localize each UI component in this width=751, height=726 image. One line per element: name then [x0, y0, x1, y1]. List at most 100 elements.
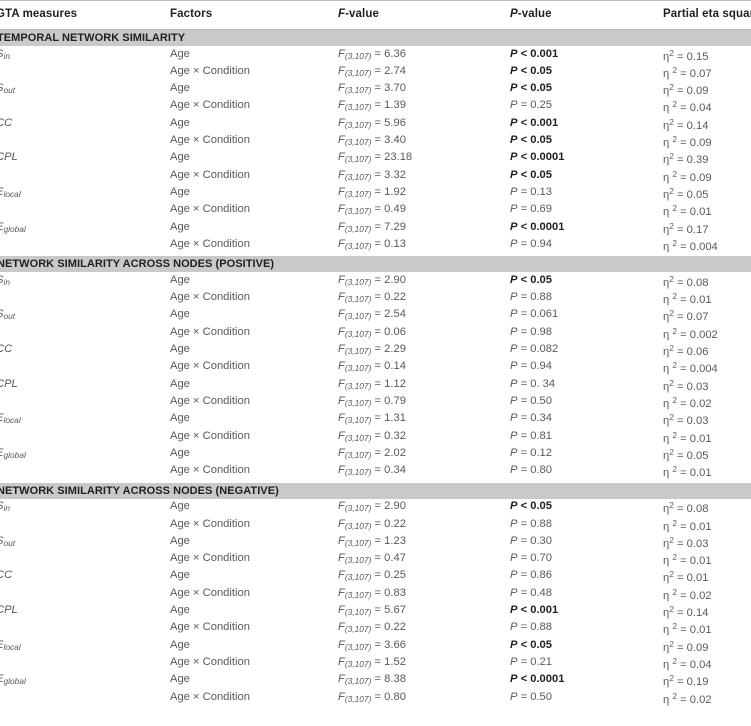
- cell-pvalue: P < 0.05: [510, 500, 552, 512]
- cell-factor: Age × Condition: [170, 64, 250, 77]
- fvalue-df: (3,107): [344, 294, 372, 305]
- pvalue-text: < 0.05: [517, 168, 552, 181]
- fvalue-df: (3,107): [344, 223, 372, 234]
- pvalue-text: = 0.70: [517, 552, 552, 565]
- cell-fvalue: F(3,107) = 0.06: [338, 326, 406, 339]
- fvalue-number: = 0.80: [371, 690, 406, 703]
- cell-measure: Sin: [0, 500, 10, 513]
- eta-value: = 0.002: [677, 328, 718, 341]
- fvalue-df: (3,107): [344, 624, 372, 635]
- table-row: Age × Condition F(3,107) = 1.52 P = 0.21 η …: [0, 656, 751, 673]
- cell-eta-squared: η2 = 0.05: [663, 186, 708, 201]
- cell-eta-squared: η 2 = 0.01: [663, 430, 712, 445]
- cell-factor: Age × Condition: [170, 238, 250, 251]
- fvalue-number: = 2.02: [371, 447, 406, 460]
- fvalue-symbol: F: [338, 360, 345, 373]
- cell-pvalue: P = 0.69: [510, 203, 552, 215]
- cell-measure: Elocal: [0, 412, 21, 425]
- eta-symbol: η: [663, 363, 673, 376]
- cell-eta-squared: η2 = 0.09: [663, 639, 708, 654]
- measure-subscript: local: [3, 189, 21, 200]
- cell-pvalue: P = 0. 34: [510, 378, 555, 390]
- cell-fvalue: F(3,107) = 0.80: [338, 691, 406, 704]
- table-row: Elocal Age F(3,107) = 1.92 P = 0.13 η2 = 0.0…: [0, 186, 751, 203]
- table-row: Sout Age F(3,107) = 1.23 P = 0.30 η2 = 0.03: [0, 535, 751, 552]
- cell-pvalue: P = 0.082: [510, 343, 558, 355]
- fvalue-number: = 7.29: [371, 220, 406, 233]
- cell-factor: Age × Condition: [170, 464, 250, 477]
- cell-fvalue: F(3,107) = 0.47: [338, 552, 406, 565]
- cell-fvalue: F(3,107) = 6.36: [338, 48, 406, 61]
- fvalue-symbol: F: [338, 186, 345, 199]
- eta-symbol: η: [663, 328, 673, 341]
- eta-value: = 0.03: [673, 380, 709, 393]
- cell-pvalue: P = 0.86: [510, 569, 552, 581]
- cell-eta-squared: η2 = 0.07: [663, 308, 708, 323]
- cell-pvalue: P < 0.001: [510, 604, 558, 616]
- eta-symbol: η: [663, 206, 673, 219]
- cell-fvalue: F(3,107) = 3.40: [338, 134, 406, 147]
- cell-factor: Age × Condition: [170, 656, 250, 669]
- eta-value: = 0.01: [677, 432, 712, 445]
- column-header-eta: Partial eta squared: [663, 8, 751, 20]
- pvalue-text: = 0.94: [517, 238, 552, 251]
- cell-factor: Age: [170, 377, 190, 390]
- cell-fvalue: F(3,107) = 1.23: [338, 535, 406, 548]
- cell-fvalue: F(3,107) = 8.38: [338, 673, 406, 686]
- cell-eta-squared: η 2 = 0.02: [663, 395, 712, 410]
- pvalue-suffix: -value: [517, 8, 552, 20]
- cell-eta-squared: η2 = 0.14: [663, 604, 708, 619]
- cell-eta-squared: η2 = 0.09: [663, 82, 708, 97]
- cell-measure: Eglobal: [0, 447, 26, 460]
- fvalue-number: = 2.54: [371, 308, 406, 321]
- statistics-table: GTA measures Factors F-value P-value Par…: [0, 0, 751, 726]
- fvalue-number: = 1.39: [371, 99, 406, 112]
- table-row: Age × Condition F(3,107) = 3.40 P < 0.05 η …: [0, 134, 751, 151]
- fvalue-symbol: F: [338, 517, 345, 530]
- cell-eta-squared: η 2 = 0.04: [663, 656, 712, 671]
- table-row: Sin Age F(3,107) = 2.90 P < 0.05 η2 = 0.08: [0, 274, 751, 291]
- eta-value: = 0.01: [677, 294, 712, 307]
- table-row: CPL Age F(3,107) = 5.67 P < 0.001 η2 = 0.14: [0, 604, 751, 621]
- eta-symbol: η: [663, 67, 673, 80]
- fvalue-number: = 1.12: [371, 377, 406, 390]
- cell-factor: Age: [170, 308, 190, 321]
- fvalue-symbol: F: [338, 569, 345, 582]
- table-row: Eglobal Age F(3,107) = 7.29 P < 0.0001 η2 = …: [0, 221, 751, 238]
- fvalue-suffix: -value: [345, 8, 379, 20]
- fvalue-number: = 1.23: [371, 534, 406, 547]
- cell-eta-squared: η2 = 0.39: [663, 151, 708, 166]
- cell-eta-squared: η 2 = 0.004: [663, 238, 718, 253]
- cell-measure: CPL: [0, 604, 18, 616]
- eta-symbol: η: [663, 102, 673, 115]
- cell-eta-squared: η 2 = 0.04: [663, 99, 712, 114]
- cell-fvalue: F(3,107) = 2.74: [338, 65, 406, 78]
- measure-subscript: local: [3, 641, 21, 652]
- measure-subscript: in: [3, 276, 10, 287]
- pvalue-text: = 0.94: [517, 360, 552, 373]
- cell-measure: CPL: [0, 151, 18, 163]
- table-row: Age × Condition F(3,107) = 0.79 P = 0.50 η …: [0, 395, 751, 412]
- cell-eta-squared: η 2 = 0.01: [663, 518, 712, 533]
- cell-pvalue: P < 0.0001: [510, 221, 564, 233]
- table-row: Age × Condition F(3,107) = 0.14 P = 0.94 η …: [0, 360, 751, 377]
- fvalue-number: = 2.90: [371, 500, 406, 513]
- fvalue-number: = 3.32: [371, 168, 406, 181]
- cell-factor: Age × Condition: [170, 99, 250, 112]
- eta-value: = 0.01: [673, 572, 709, 585]
- column-header-fvalue: F-value: [338, 8, 379, 20]
- cell-factor: Age: [170, 82, 190, 95]
- fvalue-df: (3,107): [344, 572, 372, 583]
- cell-eta-squared: η 2 = 0.01: [663, 621, 712, 636]
- cell-measure: CC: [0, 343, 12, 355]
- eta-value: = 0.03: [673, 537, 709, 550]
- eta-value: = 0.09: [677, 137, 712, 150]
- eta-value: = 0.39: [673, 154, 709, 167]
- fvalue-df: (3,107): [344, 537, 372, 548]
- cell-factor: Age: [170, 412, 190, 425]
- table-row: Elocal Age F(3,107) = 1.31 P = 0.34 η2 = 0.0…: [0, 412, 751, 429]
- cell-fvalue: F(3,107) = 1.12: [338, 378, 406, 391]
- table-header-row: GTA measures Factors F-value P-value Par…: [0, 0, 751, 30]
- fvalue-number: = 0.47: [371, 552, 406, 565]
- cell-fvalue: F(3,107) = 1.92: [338, 186, 406, 199]
